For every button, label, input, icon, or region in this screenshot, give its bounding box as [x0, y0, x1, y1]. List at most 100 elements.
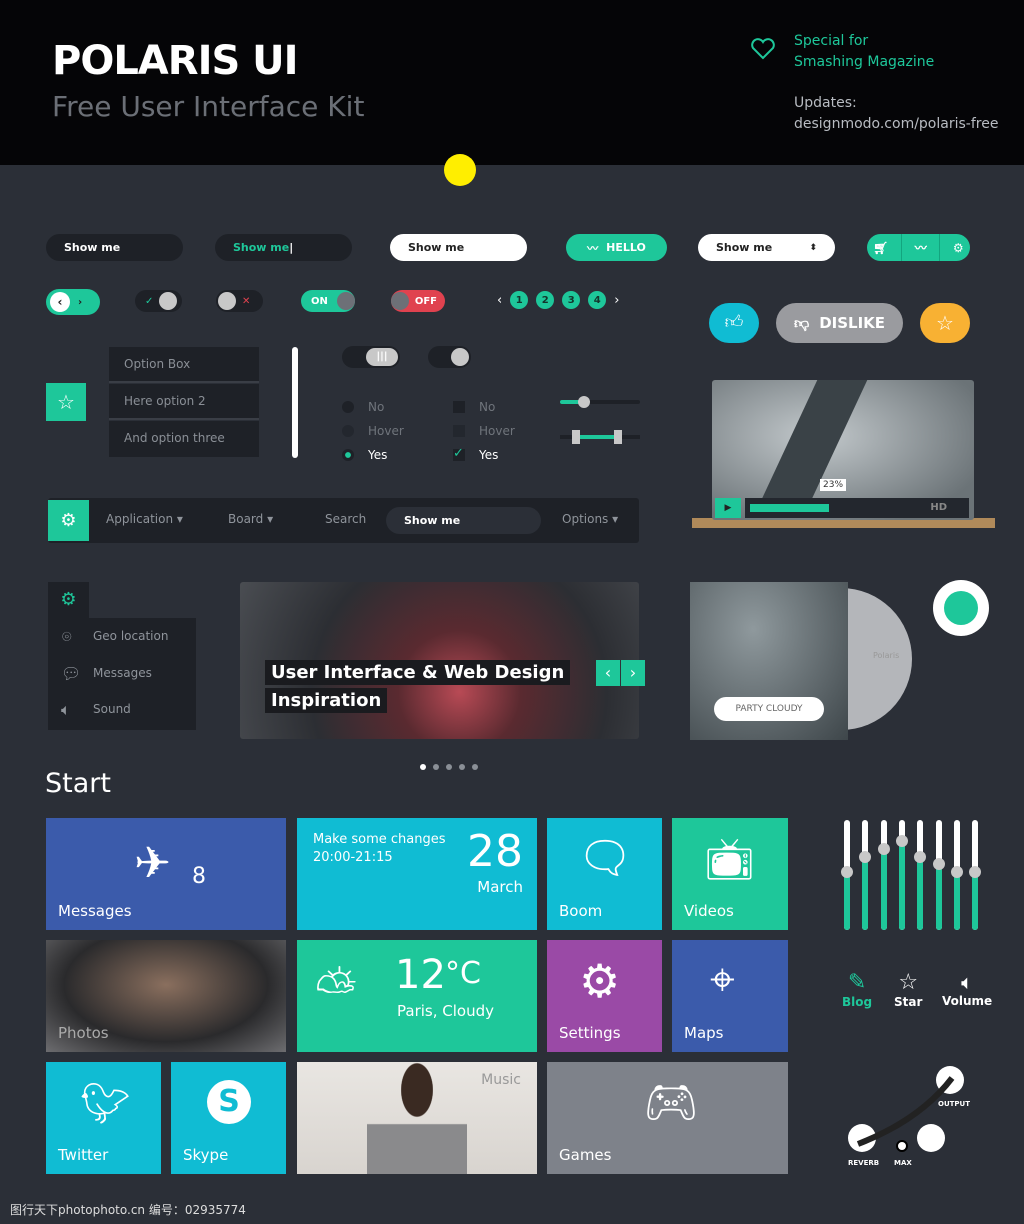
eq-handle[interactable]	[877, 842, 890, 855]
eq-band[interactable]	[841, 820, 853, 930]
like-button[interactable]: 👍︎	[709, 303, 759, 343]
eq-handle[interactable]	[895, 834, 908, 847]
checkbox-yes[interactable]: ✓ Yes	[453, 443, 515, 467]
gear-button[interactable]: ⚙	[48, 500, 89, 541]
tile-calendar[interactable]: Make some changes 20:00-21:15 28 March	[297, 818, 537, 930]
chevron-left-icon[interactable]: ‹	[50, 292, 70, 312]
slider-dot[interactable]	[446, 764, 452, 770]
play-button[interactable]: ▶	[715, 498, 741, 518]
eq-fill	[862, 857, 869, 930]
party-cloudy-button[interactable]: PARTY CLOUDY	[714, 697, 824, 721]
scrollbar[interactable]	[292, 347, 298, 458]
record-button[interactable]	[933, 580, 989, 636]
nav-application[interactable]: Application ▾	[106, 512, 183, 526]
range-slider[interactable]	[560, 430, 640, 444]
tile-games[interactable]: 🎮︎ Games	[547, 1062, 788, 1174]
menu-messages[interactable]: Messages	[93, 666, 152, 680]
page-1[interactable]: 1	[510, 291, 529, 309]
page-4[interactable]: 4	[588, 291, 607, 309]
radio-no[interactable]: No	[342, 395, 404, 419]
off-toggle[interactable]: OFF	[391, 290, 445, 312]
checkbox-no[interactable]: No	[453, 395, 515, 419]
favorite-button[interactable]: ☆	[920, 303, 970, 343]
eq-band[interactable]	[895, 820, 908, 930]
hd-button[interactable]: HD	[930, 502, 947, 513]
star-button[interactable]: ☆	[46, 383, 86, 421]
nav-search-input[interactable]: Show me	[386, 507, 541, 534]
chevron-right-icon[interactable]: ›	[614, 293, 619, 308]
play-icon: ▶	[724, 503, 732, 513]
range-handle-max[interactable]	[613, 430, 622, 444]
tile-music[interactable]: Music	[297, 1062, 537, 1174]
tile-settings[interactable]: ⚙ Settings	[547, 940, 662, 1052]
checkbox-hover[interactable]: Hover	[453, 419, 515, 443]
slider-handle[interactable]	[578, 396, 590, 408]
eq-band[interactable]	[859, 820, 872, 930]
eq-band[interactable]	[969, 820, 982, 930]
slider-prev-button[interactable]: ‹	[596, 660, 620, 686]
eq-band[interactable]	[914, 820, 927, 930]
nav-search[interactable]: Search	[325, 512, 366, 526]
page-3[interactable]: 3	[562, 291, 581, 309]
option-item[interactable]: And option three	[109, 421, 259, 457]
option-item[interactable]: Here option 2	[109, 384, 259, 420]
single-slider[interactable]	[560, 396, 640, 408]
tile-messages[interactable]: ✈︎ 8 Messages	[46, 818, 286, 930]
x-toggle[interactable]: ✕	[216, 290, 263, 312]
tile-videos[interactable]: 📺︎ Videos	[672, 818, 788, 930]
eq-handle[interactable]	[914, 851, 927, 864]
blog-link[interactable]: ✎ Blog	[842, 970, 872, 1009]
prev-next-toggle[interactable]: ‹ ›	[46, 289, 100, 315]
hello-button[interactable]: 〰 HELLO	[566, 234, 667, 261]
slider-dot[interactable]	[420, 764, 426, 770]
eq-handle[interactable]	[841, 865, 853, 878]
slider-next-button[interactable]: ›	[621, 660, 645, 686]
eq-handle[interactable]	[950, 865, 963, 878]
menu-geo-location[interactable]: Geo location	[93, 629, 168, 643]
tile-weather[interactable]: ⛅︎ 12 °C Paris, Cloudy	[297, 940, 537, 1052]
slider-dot[interactable]	[472, 764, 478, 770]
gear-icon[interactable]: ⚙	[953, 241, 964, 255]
text-input[interactable]: Show me	[46, 234, 183, 261]
menu-sound[interactable]: Sound	[93, 702, 131, 716]
nav-options[interactable]: Options ▾	[562, 512, 618, 526]
tile-maps[interactable]: ⌖ Maps	[672, 940, 788, 1052]
slide-caption: Inspiration	[265, 688, 388, 713]
nav-board[interactable]: Board ▾	[228, 512, 273, 526]
toggle-switch[interactable]	[428, 346, 471, 368]
text-input-active[interactable]: Show me |	[215, 234, 352, 261]
on-toggle[interactable]: ON	[301, 290, 355, 312]
eq-handle[interactable]	[932, 858, 945, 870]
dislike-button[interactable]: 👎︎ DISLIKE	[776, 303, 903, 343]
eq-handle[interactable]	[859, 851, 872, 864]
tile-twitter[interactable]: 🐦︎ Twitter	[46, 1062, 161, 1174]
radio-yes[interactable]: Yes	[342, 443, 404, 467]
option-item[interactable]: Option Box	[109, 347, 259, 383]
tile-photos[interactable]: Photos	[46, 940, 286, 1052]
gear-tab[interactable]: ⚙	[48, 582, 89, 618]
select-dropdown[interactable]: Show me ⬍	[698, 234, 835, 261]
text-input-white[interactable]: Show me	[390, 234, 527, 261]
eq-band[interactable]	[950, 820, 963, 930]
eq-band[interactable]	[877, 820, 890, 930]
volume-link[interactable]: 🔈︎ Volume	[942, 970, 992, 1008]
check-toggle[interactable]: ✓	[135, 290, 182, 312]
tile-boom[interactable]: 🗨︎ Boom	[547, 818, 662, 930]
cart-icon[interactable]: 🛒︎	[873, 241, 888, 255]
video-progress[interactable]	[750, 504, 830, 512]
star-link[interactable]: ☆ Star	[894, 970, 922, 1009]
slider-dot[interactable]	[433, 764, 439, 770]
radio-hover[interactable]: Hover	[342, 419, 404, 443]
page-2[interactable]: 2	[536, 291, 555, 309]
eq-band[interactable]	[932, 820, 945, 930]
chevron-right-icon[interactable]: ›	[78, 297, 82, 308]
slider-dot[interactable]	[459, 764, 465, 770]
chevron-left-icon[interactable]: ‹	[497, 293, 502, 308]
tile-skype[interactable]: S Skype	[171, 1062, 286, 1174]
grip-toggle[interactable]: |||	[342, 346, 400, 368]
pulse-icon[interactable]: 〰	[915, 239, 927, 256]
updates-link[interactable]: designmodo.com/polaris-free	[794, 114, 998, 135]
eq-fill	[935, 864, 942, 930]
range-handle-min[interactable]	[572, 430, 580, 444]
eq-handle[interactable]	[969, 865, 982, 878]
